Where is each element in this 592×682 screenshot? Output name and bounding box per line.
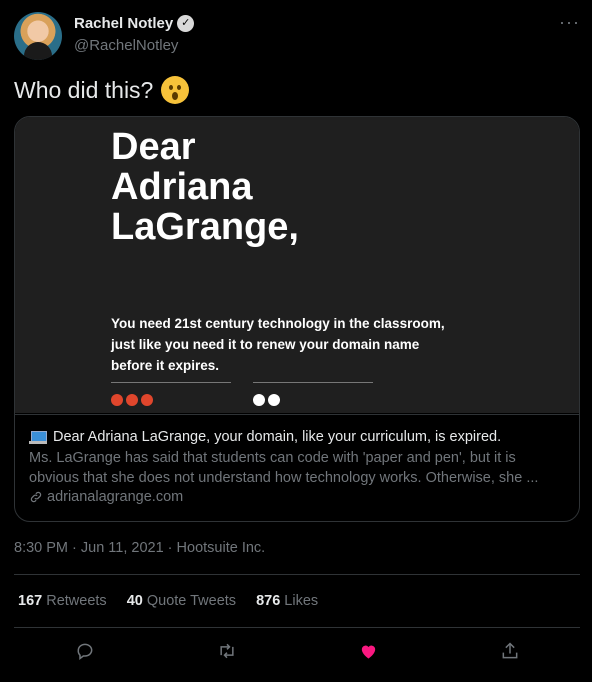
card-image-heading: Dear Adriana LaGrange, <box>111 126 299 248</box>
retweets-count: 167 <box>18 593 43 609</box>
divider <box>14 574 580 575</box>
quote-tweets-label: Quote Tweets <box>146 593 237 609</box>
tweet-text-row: Who did this? <box>14 76 190 104</box>
card-link-row[interactable]: adrianalagrange.com <box>29 489 565 505</box>
more-options-icon[interactable]: ··· <box>559 12 580 33</box>
tweet-timestamp[interactable]: 8:30 PM · Jun 11, 2021 · Hootsuite Inc. <box>14 540 265 556</box>
card-link[interactable]: adrianalagrange.com <box>47 489 183 505</box>
likes-stat[interactable]: 876 Likes <box>256 593 318 609</box>
link-icon <box>30 491 42 503</box>
carousel-dot <box>253 394 265 406</box>
card-image-dots-left <box>111 394 153 406</box>
carousel-dot <box>268 394 280 406</box>
carousel-dot <box>111 394 123 406</box>
quote-tweets-stat[interactable]: 40 Quote Tweets <box>127 593 236 609</box>
card-image-divider-left <box>111 382 231 383</box>
retweets-stat[interactable]: 167 Retweets <box>18 593 107 609</box>
retweet-button[interactable] <box>214 638 240 664</box>
tweet-stats: 167 Retweets 40 Quote Tweets 876 Likes <box>18 593 318 609</box>
carousel-dot <box>141 394 153 406</box>
tweet-actions <box>14 638 580 664</box>
divider <box>14 627 580 628</box>
retweet-icon <box>220 643 234 659</box>
card-meta[interactable]: Dear Adriana LaGrange, your domain, like… <box>15 414 579 521</box>
retweets-label: Retweets <box>46 593 107 609</box>
author-name-row[interactable]: Rachel Notley ✓ <box>74 15 195 32</box>
card-image-divider-right <box>253 382 373 383</box>
author-name[interactable]: Rachel Notley <box>74 15 173 32</box>
verified-badge-icon: ✓ <box>177 15 195 32</box>
likes-label: Likes <box>284 593 319 609</box>
tweet-header: Rachel Notley ✓ @RachelNotley ··· <box>14 12 580 60</box>
likes-count: 876 <box>256 593 281 609</box>
card-title-row: Dear Adriana LaGrange, your domain, like… <box>29 427 565 447</box>
author-handle[interactable]: @RachelNotley <box>74 37 178 54</box>
card-image[interactable]: Dear Adriana LaGrange, You need 21st cen… <box>15 117 579 413</box>
reply-button[interactable] <box>72 638 98 664</box>
surprised-face-emoji-icon <box>161 76 190 104</box>
laptop-icon <box>29 430 47 444</box>
card-image-dots-right <box>253 394 280 406</box>
carousel-dot <box>126 394 138 406</box>
reply-icon <box>77 643 93 660</box>
share-button[interactable] <box>497 638 523 664</box>
tweet-text: Who did this? <box>14 76 154 103</box>
heart-icon <box>361 645 375 659</box>
card-description: Ms. LaGrange has said that students can … <box>29 450 539 486</box>
share-icon <box>502 642 518 659</box>
card-image-body: You need 21st century technology in the … <box>111 316 445 373</box>
like-button[interactable] <box>355 638 381 664</box>
link-card[interactable]: Dear Adriana LaGrange, You need 21st cen… <box>14 116 580 522</box>
quote-tweets-count: 40 <box>126 593 143 609</box>
card-title: Dear Adriana LaGrange, your domain, like… <box>53 429 502 445</box>
avatar[interactable] <box>14 12 62 60</box>
